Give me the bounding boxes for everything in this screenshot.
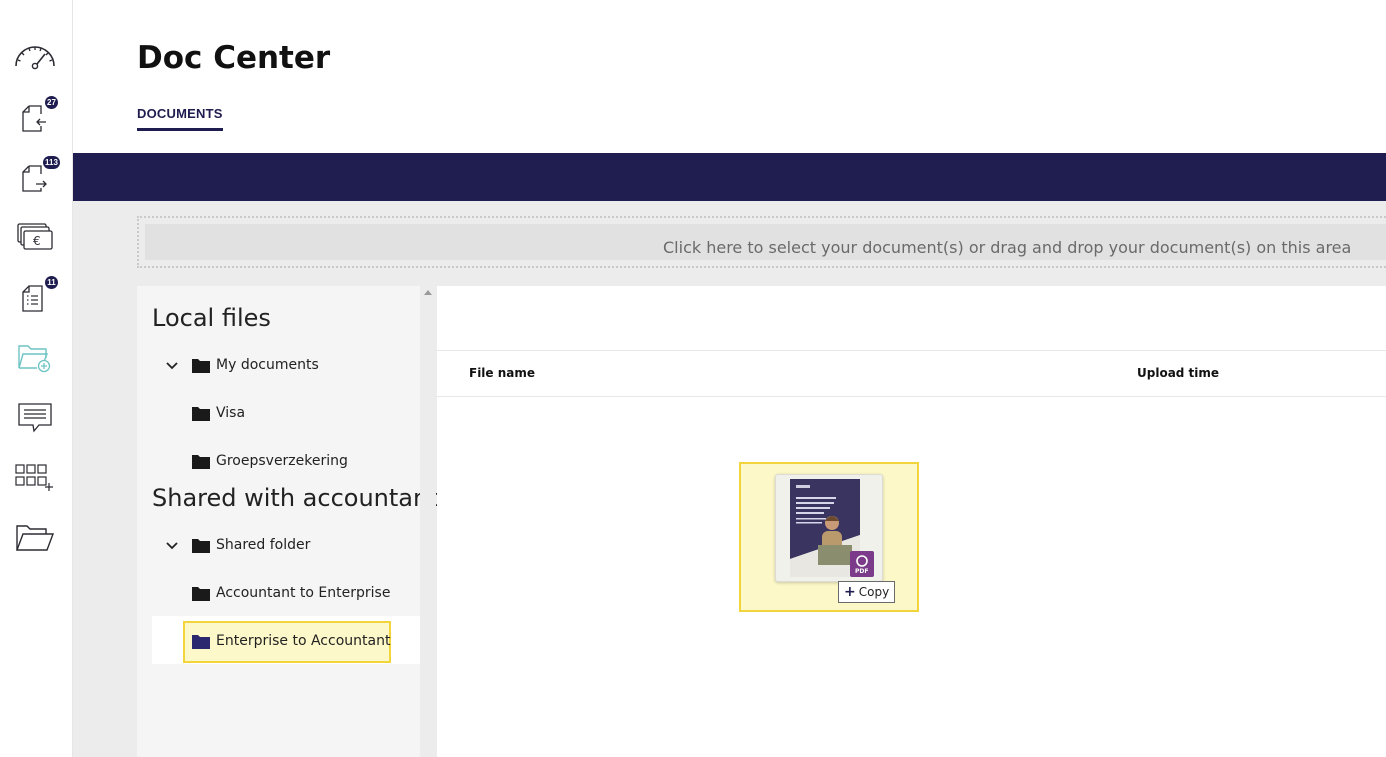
add-folder-icon: [18, 345, 51, 373]
upload-dropzone[interactable]: Click here to select your document(s) or…: [137, 216, 1386, 268]
chevron-down-icon[interactable]: [165, 541, 179, 551]
tree-node-enterprise-to-accountant[interactable]: Enterprise to Accountant: [192, 629, 390, 653]
header-divider: [437, 396, 1386, 397]
file-list-toolbar: [437, 286, 1386, 351]
section-title-local-files: Local files: [152, 304, 271, 332]
folder-icon: [192, 454, 210, 469]
brand-toolbar: [73, 153, 1386, 201]
pdf-thumbnail-card: PDF: [775, 474, 883, 582]
dropzone-area: Click here to select your document(s) or…: [145, 224, 1386, 260]
page-title: Doc Center: [137, 40, 331, 76]
sidebar-item-payments[interactable]: €: [12, 220, 58, 260]
tree-node-label: Shared folder: [216, 537, 311, 553]
sidebar-item-apps[interactable]: [12, 458, 58, 498]
tab-documents[interactable]: DOCUMENTS: [137, 106, 223, 131]
folder-icon: [192, 634, 210, 649]
svg-text:€: €: [33, 234, 41, 248]
column-header-upload-time[interactable]: Upload time: [1137, 366, 1219, 380]
sidebar-item-incoming-documents[interactable]: 27: [12, 96, 58, 140]
sidebar-item-add-folder[interactable]: [12, 338, 58, 378]
tree-node-accountant-to-enterprise[interactable]: Accountant to Enterprise: [192, 581, 390, 605]
sidebar-item-outgoing-documents[interactable]: 113: [12, 156, 60, 200]
plus-icon: +: [844, 584, 856, 600]
tree-node-groepsverzekering[interactable]: Groepsverzekering: [192, 449, 348, 473]
tree-node-visa[interactable]: Visa: [192, 401, 245, 425]
drag-preview: PDF + Copy: [739, 462, 919, 612]
folder-tree: Local files My documents Visa Groepsverz…: [137, 286, 438, 757]
sidebar-item-folders[interactable]: [12, 518, 58, 558]
add-apps-icon: [15, 464, 53, 491]
tree-node-label: My documents: [216, 357, 319, 373]
pdf-thumbnail-icon: PDF: [790, 479, 874, 577]
tree-scrollbar[interactable]: [420, 286, 436, 757]
outgoing-count-badge: 113: [43, 156, 60, 169]
dropzone-instructions: Click here to select your document(s) or…: [663, 238, 1352, 257]
tree-node-shared-folder[interactable]: Shared folder: [192, 533, 310, 557]
folder-icon: [192, 406, 210, 421]
checklist-count-badge: 11: [45, 276, 58, 289]
column-header-file-name[interactable]: File name: [469, 366, 535, 380]
copy-action-label: Copy: [858, 585, 890, 599]
tree-node-label: Enterprise to Accountant: [216, 633, 391, 649]
folder-icon: [192, 358, 210, 373]
open-folder-icon: [15, 525, 55, 551]
tree-node-label: Accountant to Enterprise: [216, 585, 391, 601]
euro-payments-icon: €: [17, 223, 53, 250]
svg-text:PDF: PDF: [855, 568, 868, 575]
tree-node-label: Visa: [216, 405, 246, 421]
sidebar-item-checklists[interactable]: 11: [12, 276, 58, 320]
scroll-up-arrow-icon[interactable]: [424, 290, 432, 295]
sidebar-item-messages[interactable]: [12, 398, 58, 438]
dashboard-gauge-icon: [15, 46, 55, 70]
tree-node-label: Groepsverzekering: [216, 453, 348, 469]
sidebar-item-dashboard[interactable]: [12, 38, 58, 78]
incoming-count-badge: 27: [45, 96, 58, 109]
folder-icon: [192, 586, 210, 601]
section-title-shared-with-accountant: Shared with accountant: [152, 484, 438, 512]
sidebar-rail: 27 113 € 11: [0, 0, 73, 757]
folder-icon: [192, 538, 210, 553]
chevron-down-icon[interactable]: [165, 361, 179, 371]
copy-action-tooltip: + Copy: [838, 581, 896, 603]
page-header: Doc Center DOCUMENTS: [73, 0, 1386, 153]
messages-icon: [18, 403, 52, 433]
tree-node-my-documents[interactable]: My documents: [192, 353, 319, 377]
